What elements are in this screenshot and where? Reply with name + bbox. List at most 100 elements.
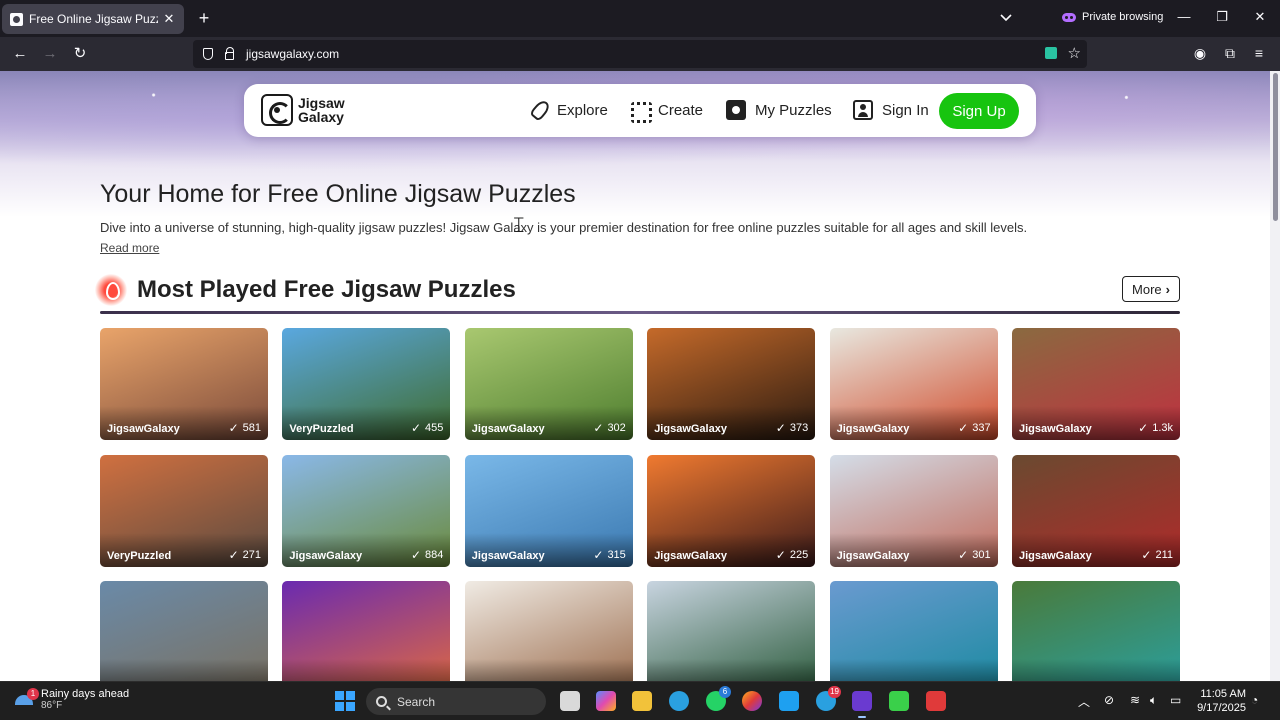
file-explorer-icon[interactable]	[632, 691, 652, 711]
puzzle-card[interactable]	[829, 581, 998, 681]
close-tab-icon[interactable]: ✕	[162, 11, 176, 27]
puzzle-card[interactable]: JigsawGalaxy ✓ 581	[100, 328, 268, 440]
puzzle-author: JigsawGalaxy	[471, 549, 545, 562]
puzzle-card[interactable]: JigsawGalaxy ✓ 211	[1012, 454, 1180, 567]
puzzle-play-count: ✓ 211	[1141, 548, 1173, 562]
nav-explore[interactable]: Explore	[528, 100, 608, 120]
skype-icon[interactable]	[779, 691, 799, 711]
lock-icon[interactable]	[225, 47, 234, 60]
puzzle-play-count: ✓ 225	[776, 548, 808, 562]
more-button[interactable]: More ›	[1122, 276, 1180, 302]
new-tab-button[interactable]: +	[195, 8, 213, 29]
app-menu-icon[interactable]: ≡	[1250, 45, 1268, 61]
puzzle-card[interactable]: JigsawGalaxy ✓ 301	[829, 454, 998, 567]
puzzle-card[interactable]	[1012, 581, 1180, 681]
task-view-icon[interactable]	[560, 691, 580, 711]
taskbar-clock[interactable]: 11:05 AM 9/17/2025	[1196, 687, 1246, 715]
weather-title: Rainy days ahead	[41, 688, 130, 700]
tracking-shield-icon[interactable]	[203, 48, 213, 60]
checkmark-icon: ✓	[1141, 547, 1152, 562]
puzzle-card[interactable]	[647, 581, 816, 681]
telegram-icon[interactable]: 19	[816, 686, 841, 711]
user-icon	[853, 100, 873, 120]
weather-widget[interactable]: 1 Rainy days ahead 86°F	[15, 687, 130, 711]
recorder-icon[interactable]	[926, 691, 946, 711]
puzzle-play-count: ✓ 884	[411, 548, 443, 562]
scrollbar-thumb[interactable]	[1273, 73, 1278, 221]
nav-explore-label: Explore	[557, 101, 608, 119]
back-arrow-icon[interactable]: ←	[11, 45, 29, 63]
site-favicon-icon	[10, 12, 23, 26]
play-count-value: 455	[425, 422, 444, 434]
bookmark-star-icon[interactable]: ☆	[1068, 44, 1081, 62]
play-count-value: 225	[789, 548, 809, 561]
site-logo[interactable]: Jigsaw Galaxy	[261, 94, 358, 126]
puzzle-card[interactable]: VeryPuzzled ✓ 271	[100, 454, 268, 567]
url-text[interactable]: jigsawgalaxy.com	[246, 47, 339, 61]
firefox-icon[interactable]	[742, 691, 762, 711]
nav-my-puzzles[interactable]: My Puzzles	[726, 100, 832, 120]
windows-start-icon[interactable]	[335, 691, 355, 711]
puzzle-card[interactable]: JigsawGalaxy ✓ 1.3k	[1012, 328, 1180, 440]
nav-sign-in[interactable]: Sign In	[853, 100, 929, 120]
tray-overflow-chevron-icon[interactable]: ︿	[1078, 693, 1090, 710]
puzzle-card[interactable]: JigsawGalaxy ✓ 884	[282, 454, 451, 567]
checkmark-icon: ✓	[775, 421, 786, 435]
puzzle-author: VeryPuzzled	[289, 423, 354, 435]
taskbar-search[interactable]: Search	[366, 688, 546, 715]
minimize-window-icon[interactable]: —	[1176, 9, 1192, 24]
page-scrollbar[interactable]	[1270, 71, 1280, 681]
forward-arrow-icon[interactable]: →	[41, 45, 59, 63]
puzzle-card[interactable]: JigsawGalaxy ✓ 337	[829, 328, 998, 440]
network-off-icon[interactable]: ⊘	[1104, 693, 1114, 707]
site-header: Jigsaw Galaxy Explore Create My Puzzles …	[244, 84, 1036, 137]
nav-create-label: Create	[658, 101, 704, 119]
close-window-icon[interactable]: ✕	[1252, 9, 1268, 25]
play-count-value: 337	[972, 422, 991, 434]
puzzle-play-count: ✓ 301	[958, 548, 990, 562]
address-bar[interactable]: jigsawgalaxy.com ☆	[193, 40, 1087, 68]
tab-title: Free Online Jigsaw Puzzles for All	[29, 12, 158, 26]
account-icon[interactable]: ◉	[1191, 45, 1209, 62]
puzzle-card[interactable]	[100, 581, 268, 681]
sign-up-button[interactable]: Sign Up	[939, 93, 1019, 129]
reload-icon[interactable]: ↻	[71, 45, 89, 63]
telegram-desktop-icon[interactable]	[669, 691, 689, 711]
puzzle-play-count: ✓ 337	[958, 421, 990, 435]
hero-description: Dive into a universe of stunning, high-q…	[100, 220, 1028, 235]
firefox-private-icon[interactable]	[852, 691, 872, 718]
puzzle-card[interactable]	[464, 581, 633, 681]
browser-tab-active[interactable]: Free Online Jigsaw Puzzles for All ✕	[2, 4, 184, 34]
copilot-icon[interactable]	[596, 691, 616, 711]
notification-bell-icon[interactable]: ◔	[1251, 693, 1258, 707]
checkmark-icon: ✓	[1138, 421, 1149, 435]
nav-create[interactable]: Create	[629, 100, 704, 123]
extensions-puzzle-icon[interactable]: ⧉	[1221, 45, 1239, 62]
puzzle-card[interactable]: JigsawGalaxy ✓ 225	[647, 454, 816, 567]
checkmark-icon: ✓	[958, 547, 969, 562]
puzzle-card[interactable]: JigsawGalaxy ✓ 315	[464, 454, 633, 567]
puzzle-card[interactable]: VeryPuzzled ✓ 455	[282, 328, 451, 440]
windows-taskbar: 1 Rainy days ahead 86°F Search 6 19 ︿ ⊘ …	[0, 681, 1280, 720]
wifi-icon[interactable]: ≋	[1130, 693, 1140, 707]
puzzle-card[interactable]: JigsawGalaxy ✓ 373	[647, 328, 816, 440]
private-browsing-indicator: Private browsing	[1062, 11, 1163, 23]
whatsapp-icon[interactable]: 6	[706, 686, 731, 711]
puzzle-author: VeryPuzzled	[107, 549, 172, 562]
camtasia-icon[interactable]	[889, 691, 909, 711]
volume-icon[interactable]: 🔈︎	[1150, 693, 1157, 708]
checkmark-icon: ✓	[775, 547, 786, 562]
play-count-value: 301	[972, 548, 991, 561]
puzzle-author: JigsawGalaxy	[1019, 549, 1092, 562]
maximize-window-icon[interactable]: ❐	[1214, 9, 1230, 25]
nav-my-puzzles-label: My Puzzles	[755, 101, 832, 119]
list-tabs-chevron-icon[interactable]	[1000, 9, 1012, 27]
play-count-value: 373	[789, 422, 809, 434]
battery-icon[interactable]: ▭	[1170, 693, 1181, 707]
read-more-link[interactable]: Read more	[100, 241, 159, 255]
puzzle-card[interactable]	[282, 581, 451, 681]
puzzle-play-count: ✓ 271	[229, 548, 261, 562]
text-cursor-icon: 𝙸	[511, 213, 527, 238]
puzzle-card[interactable]: JigsawGalaxy ✓ 302	[464, 328, 633, 440]
extension-icon[interactable]	[1045, 47, 1057, 59]
